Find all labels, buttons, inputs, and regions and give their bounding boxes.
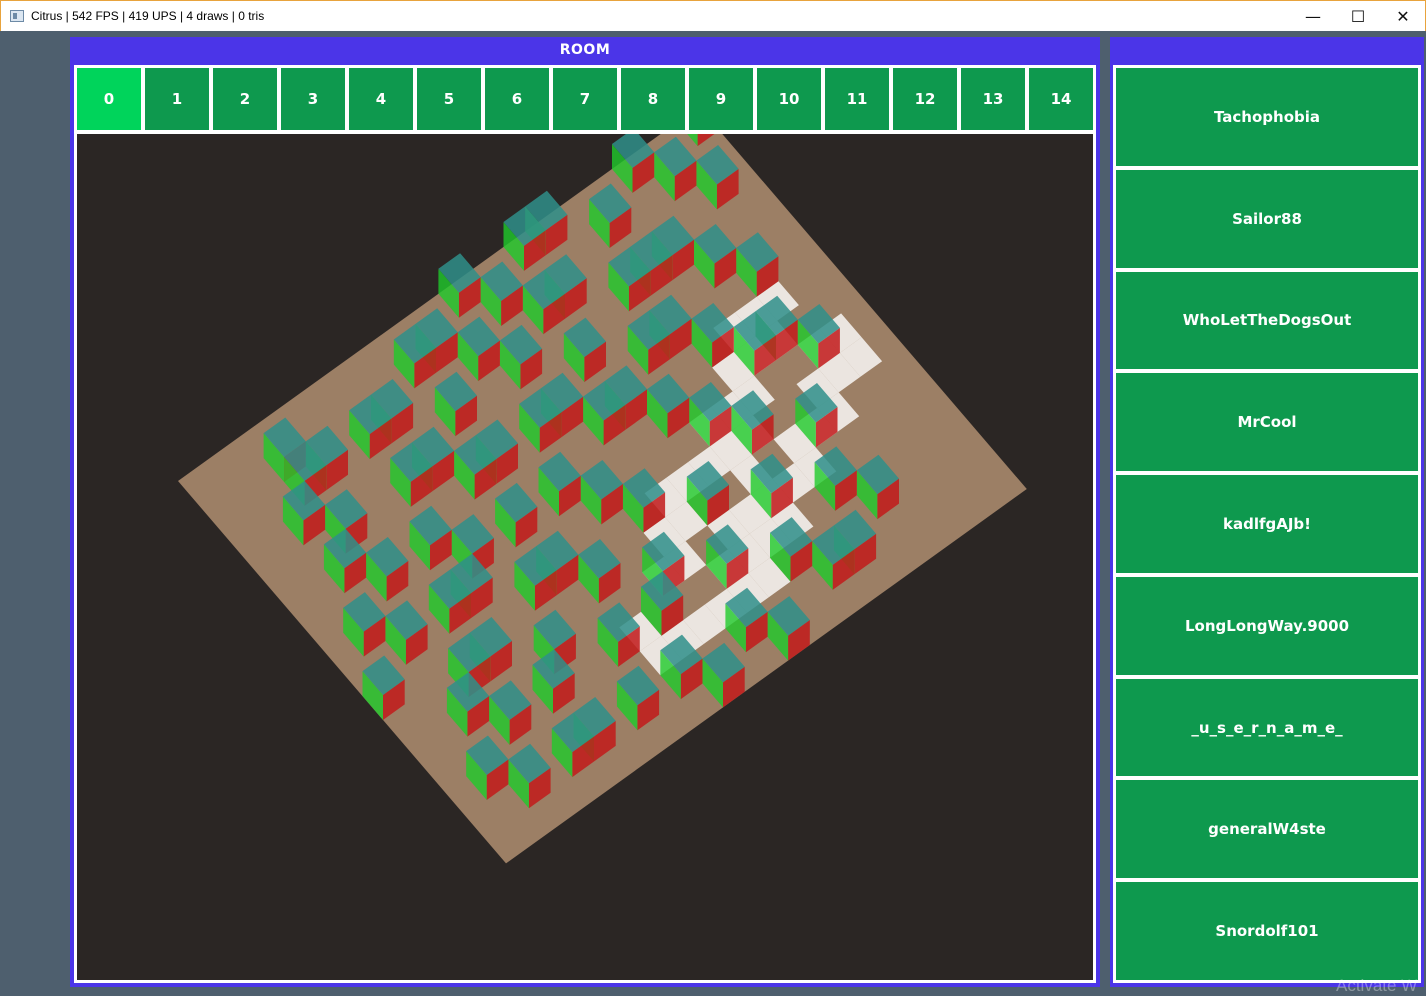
player-item[interactable]: generalW4ste	[1116, 780, 1418, 879]
player-item[interactable]: Tachophobia	[1116, 68, 1418, 166]
window-title: Citrus | 542 FPS | 419 UPS | 4 draws | 0…	[31, 9, 265, 23]
app-window-icon	[10, 10, 24, 22]
room-header: ROOM	[559, 42, 611, 58]
player-item[interactable]: kadlfgAJb!	[1116, 475, 1418, 573]
viewport-frame	[74, 131, 1096, 983]
player-item[interactable]: WhoLetTheDogsOut	[1116, 271, 1418, 370]
left-margin	[0, 31, 70, 993]
room-tab-0[interactable]: 0	[77, 68, 141, 130]
room-tab-6[interactable]: 6	[485, 68, 549, 130]
room-tab-11[interactable]: 11	[825, 68, 889, 130]
activation-watermark: Activate W	[1336, 976, 1418, 995]
room-tab-8[interactable]: 8	[621, 68, 685, 130]
room-tab-7[interactable]: 7	[553, 68, 617, 130]
player-item[interactable]: LongLongWay.9000	[1116, 576, 1418, 675]
players-panel: Tachophobia Sailor88 WhoLetTheDogsOut Mr…	[1110, 37, 1424, 987]
room-tab-2[interactable]: 2	[213, 68, 277, 130]
room-tab-14[interactable]: 14	[1029, 68, 1093, 130]
room-tab-9[interactable]: 9	[689, 68, 753, 130]
room-panel: ROOM 0 1 2 3 4 5 6 7 8 9 10 11 12 13 14	[70, 37, 1100, 987]
maximize-button[interactable]: ☐	[1335, 1, 1381, 32]
room-tab-1[interactable]: 1	[145, 68, 209, 130]
game-viewport[interactable]	[77, 134, 1093, 980]
room-tab-10[interactable]: 10	[757, 68, 821, 130]
window-titlebar: Citrus | 542 FPS | 419 UPS | 4 draws | 0…	[0, 0, 1426, 31]
player-item[interactable]: _u_s_e_r_n_a_m_e_	[1116, 678, 1418, 777]
player-item[interactable]: Snordolf101	[1116, 882, 1418, 981]
players-list: Tachophobia Sailor88 WhoLetTheDogsOut Mr…	[1113, 65, 1421, 983]
player-item[interactable]: MrCool	[1116, 373, 1418, 472]
room-tab-3[interactable]: 3	[281, 68, 345, 130]
minimize-button[interactable]: —	[1290, 1, 1336, 32]
room-tab-5[interactable]: 5	[417, 68, 481, 130]
room-tab-4[interactable]: 4	[349, 68, 413, 130]
player-item[interactable]: Sailor88	[1116, 169, 1418, 268]
close-button[interactable]: ✕	[1380, 1, 1426, 32]
room-tab-12[interactable]: 12	[893, 68, 957, 130]
players-header	[1110, 37, 1424, 64]
room-tab-13[interactable]: 13	[961, 68, 1025, 130]
room-tab-bar: 0 1 2 3 4 5 6 7 8 9 10 11 12 13 14	[74, 65, 1096, 133]
isometric-scene	[178, 134, 1027, 864]
